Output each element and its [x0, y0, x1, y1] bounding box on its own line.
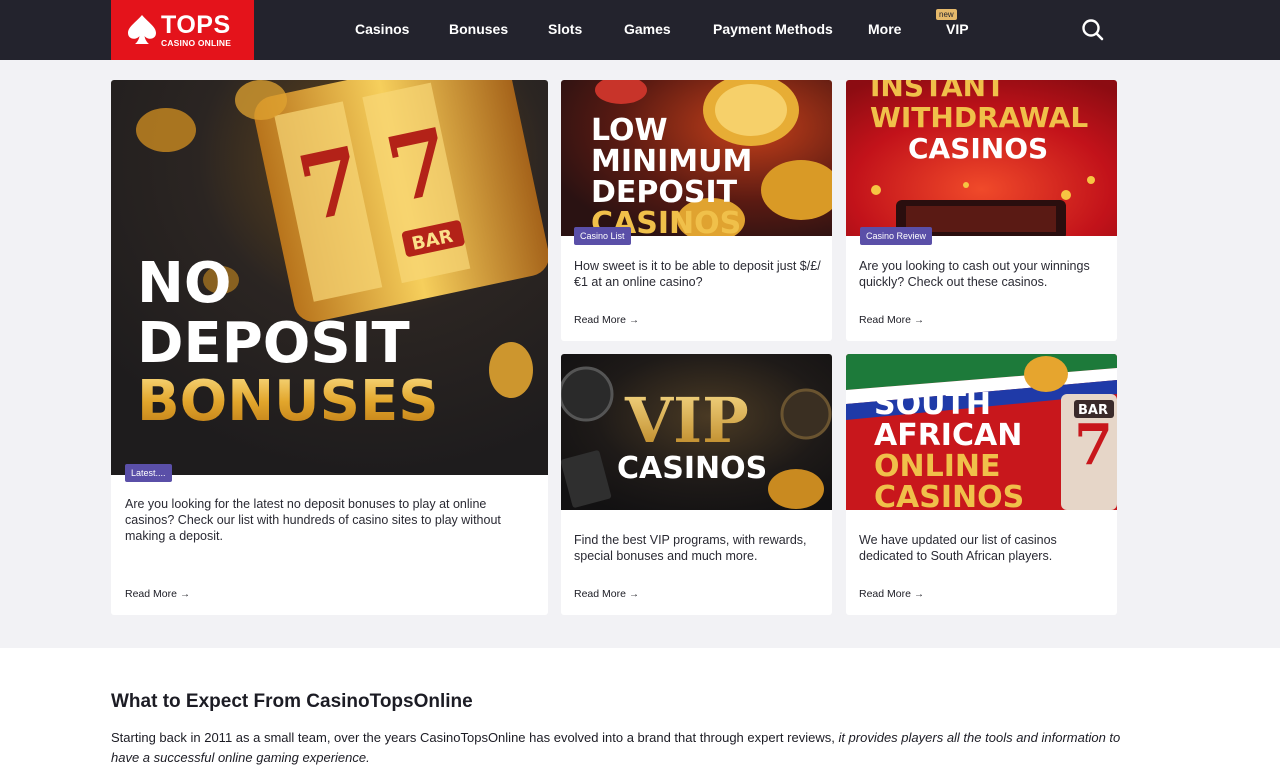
read-more-link[interactable]: Read More →: [574, 314, 639, 326]
card-instant-withdrawal[interactable]: INSTANT WITHDRAWAL CASINOS Casino Review…: [846, 80, 1117, 341]
section-paragraph: Starting back in 2011 as a small team, o…: [111, 728, 1121, 768]
svg-text:CASINOS: CASINOS: [874, 480, 1024, 510]
card-description: Are you looking to cash out your winning…: [859, 259, 1090, 289]
card-description: Find the best VIP programs, with rewards…: [574, 533, 807, 563]
section-heading: What to Expect From CasinoTopsOnline: [111, 691, 473, 712]
svg-text:AFRICAN: AFRICAN: [874, 418, 1022, 453]
svg-text:WITHDRAWAL: WITHDRAWAL: [870, 101, 1088, 134]
category-badge[interactable]: Casino List: [574, 227, 631, 245]
nav-vip[interactable]: VIP: [946, 21, 969, 37]
svg-text:DEPOSIT: DEPOSIT: [591, 175, 738, 210]
read-more-label: Read More: [574, 588, 626, 600]
svg-text:ONLINE: ONLINE: [874, 449, 1001, 484]
search-button[interactable]: [1080, 17, 1106, 43]
nav-slots[interactable]: Slots: [548, 21, 582, 37]
svg-text:CASINOS: CASINOS: [908, 132, 1048, 165]
section-text-plain: Starting back in 2011 as a small team, o…: [111, 730, 839, 745]
card-south-african-casinos[interactable]: 7 BAR SOUTH AFRICAN ONLINE CASINOS We ha…: [846, 354, 1117, 615]
read-more-link[interactable]: Read More →: [859, 588, 924, 600]
svg-text:MINIMUM: MINIMUM: [591, 144, 752, 179]
spade-icon: [128, 15, 156, 44]
card-image-instant-withdrawal[interactable]: INSTANT WITHDRAWAL CASINOS: [846, 80, 1117, 236]
coins-image: LOW MINIMUM DEPOSIT CASINOS: [561, 80, 832, 236]
nav-more[interactable]: More: [868, 21, 901, 37]
svg-text:BAR: BAR: [1078, 403, 1108, 418]
card-image-no-deposit[interactable]: 7 7 BAR NO DEPOSIT BONUSES: [111, 80, 548, 475]
logo-wordmark: TOPS: [161, 10, 231, 39]
arrow-right-icon: →: [628, 589, 639, 600]
nav-games[interactable]: Games: [624, 21, 671, 37]
new-badge: new: [936, 9, 957, 20]
read-more-link[interactable]: Read More →: [859, 314, 924, 326]
card-low-minimum-deposit[interactable]: LOW MINIMUM DEPOSIT CASINOS Casino List …: [561, 80, 832, 341]
card-description: Are you looking for the latest no deposi…: [125, 497, 501, 543]
nav-bonuses[interactable]: Bonuses: [449, 21, 508, 37]
read-more-label: Read More: [574, 314, 626, 326]
vip-chips-image: VIP CASINOS: [561, 354, 832, 510]
search-icon: [1082, 19, 1104, 41]
card-description: We have updated our list of casinos dedi…: [859, 533, 1057, 563]
svg-text:NO: NO: [137, 251, 231, 316]
nav-casinos[interactable]: Casinos: [355, 21, 409, 37]
category-badge[interactable]: Latest....: [125, 464, 172, 482]
nav-payment-methods[interactable]: Payment Methods: [713, 21, 833, 37]
logo-tagline: CASINO ONLINE: [161, 37, 232, 48]
svg-text:SOUTH: SOUTH: [874, 387, 991, 422]
svg-text:INSTANT: INSTANT: [870, 80, 1005, 103]
site-logo[interactable]: TOPS CASINO ONLINE: [111, 0, 254, 60]
svg-text:7: 7: [1074, 412, 1113, 478]
card-image-low-minimum[interactable]: LOW MINIMUM DEPOSIT CASINOS: [561, 80, 832, 236]
card-no-deposit-bonuses[interactable]: 7 7 BAR NO DEPOSIT BONUSES Latest.... Ar…: [111, 80, 548, 615]
svg-text:VIP: VIP: [624, 384, 749, 457]
card-image-south-african[interactable]: 7 BAR SOUTH AFRICAN ONLINE CASINOS: [846, 354, 1117, 510]
read-more-label: Read More: [859, 588, 911, 600]
arrow-right-icon: →: [179, 589, 190, 600]
card-description: How sweet is it to be able to deposit ju…: [574, 259, 821, 289]
svg-text:LOW: LOW: [591, 113, 668, 148]
slot-machine-image: 7 7 BAR NO DEPOSIT BONUSES: [111, 80, 548, 475]
read-more-label: Read More: [125, 588, 177, 600]
read-more-link[interactable]: Read More →: [574, 588, 639, 600]
arrow-right-icon: →: [913, 315, 924, 326]
slot-machine-red-image: INSTANT WITHDRAWAL CASINOS: [846, 80, 1117, 236]
svg-text:DEPOSIT: DEPOSIT: [137, 311, 410, 376]
read-more-link[interactable]: Read More →: [125, 588, 190, 600]
svg-text:BONUSES: BONUSES: [137, 369, 439, 434]
south-african-flag-image: 7 BAR SOUTH AFRICAN ONLINE CASINOS: [846, 354, 1117, 510]
svg-text:CASINOS: CASINOS: [617, 451, 767, 486]
top-navigation-bar: TOPS CASINO ONLINE Casinos Bonuses Slots…: [0, 0, 1280, 60]
read-more-label: Read More: [859, 314, 911, 326]
card-image-vip[interactable]: VIP CASINOS: [561, 354, 832, 510]
card-vip-casinos[interactable]: VIP CASINOS Find the best VIP programs, …: [561, 354, 832, 615]
arrow-right-icon: →: [913, 589, 924, 600]
arrow-right-icon: →: [628, 315, 639, 326]
category-badge[interactable]: Casino Review: [860, 227, 933, 245]
